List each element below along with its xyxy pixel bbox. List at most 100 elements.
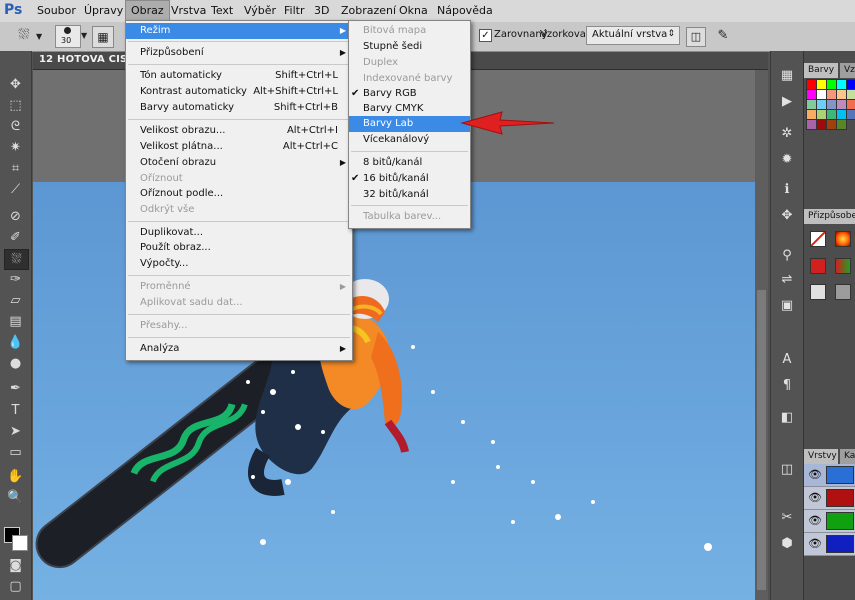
- mode-barvy-lab[interactable]: Barvy Lab: [349, 116, 470, 132]
- move-tool-icon[interactable]: ✥: [4, 75, 27, 94]
- layer-comps-icon[interactable]: ◧: [777, 409, 797, 427]
- menu-obraz[interactable]: Obraz: [125, 0, 170, 22]
- menu-item-velikost-platna[interactable]: Velikost plátna... Alt+Ctrl+C: [126, 139, 352, 155]
- eye-icon[interactable]: 👁: [808, 468, 822, 481]
- brush-tool-icon[interactable]: ✐: [4, 228, 27, 247]
- mode-8-bitu[interactable]: 8 bitů/kanál: [349, 155, 470, 171]
- mode-barvy-rgb[interactable]: ✔ Barvy RGB: [349, 86, 470, 102]
- navigator-icon[interactable]: ✥: [777, 207, 797, 225]
- menu-item-rezim[interactable]: Režim ▶: [126, 23, 352, 39]
- background-color-swatch[interactable]: [12, 535, 28, 551]
- menu-item-vypocty[interactable]: Výpočty...: [126, 256, 352, 272]
- history-brush-tool-icon[interactable]: ✑: [4, 270, 27, 289]
- 3d-cube-icon[interactable]: ⬢: [777, 535, 797, 553]
- adjust-photo-filter-icon[interactable]: [835, 284, 851, 300]
- menu-filtr[interactable]: Filtr: [279, 0, 309, 22]
- paragraph-icon[interactable]: ¶: [777, 377, 797, 395]
- blur-tool-icon[interactable]: 💧: [4, 333, 27, 352]
- ignore-adjustment-layers-icon[interactable]: ◫: [686, 27, 706, 47]
- brush-settings-icon[interactable]: ✲: [777, 125, 797, 143]
- mode-vicekanalovy[interactable]: Vícekanálový: [349, 132, 470, 148]
- tab-swatches[interactable]: Barvy: [804, 63, 838, 78]
- chevron-down-icon[interactable]: ▼: [36, 32, 42, 41]
- adjust-bw-icon[interactable]: [810, 284, 826, 300]
- healing-brush-tool-icon[interactable]: ⊘: [4, 207, 27, 226]
- menu-item-analyza[interactable]: Analýza ▶: [126, 341, 352, 357]
- marquee-tool-icon[interactable]: ⬚: [4, 96, 27, 115]
- eye-icon[interactable]: 👁: [808, 491, 822, 504]
- menu-item-otoceni-obrazu[interactable]: Otočení obrazu ▶: [126, 155, 352, 171]
- path-selection-tool-icon[interactable]: ➤: [4, 422, 27, 441]
- history-icon[interactable]: ▦: [777, 67, 797, 85]
- usb-icon[interactable]: ⚲: [777, 247, 797, 265]
- mode-barvy-cmyk[interactable]: Barvy CMYK: [349, 101, 470, 117]
- shape-tool-icon[interactable]: ▭: [4, 443, 27, 462]
- notes-icon[interactable]: ▣: [777, 297, 797, 315]
- menu-item-barvy-automaticky[interactable]: Barvy automaticky Shift+Ctrl+B: [126, 100, 352, 116]
- tab-layers[interactable]: Vrstvy: [804, 449, 838, 464]
- type-tool-icon[interactable]: T: [4, 401, 27, 420]
- menu-item-velikost-obrazu[interactable]: Velikost obrazu... Alt+Ctrl+I: [126, 123, 352, 139]
- eye-icon[interactable]: 👁: [808, 514, 822, 527]
- menu-item-duplikovat[interactable]: Duplikovat...: [126, 225, 352, 241]
- mode-16-bitu[interactable]: ✔ 16 bitů/kanál: [349, 171, 470, 187]
- layer-row[interactable]: 👁: [804, 510, 855, 533]
- info-icon[interactable]: ℹ: [777, 181, 797, 199]
- clone-stamp-tool-icon[interactable]: ⛆: [4, 249, 29, 270]
- zoom-tool-icon[interactable]: 🔍: [4, 488, 27, 507]
- menu-upravy[interactable]: Úpravy: [79, 0, 128, 22]
- quick-mask-icon[interactable]: ◙: [4, 556, 27, 575]
- adjust-channel-mixer-icon[interactable]: [835, 258, 851, 274]
- scrollbar-thumb[interactable]: [757, 290, 766, 590]
- brush-panel-icon[interactable]: ▦: [92, 26, 114, 48]
- menu-zobrazeni[interactable]: Zobrazení: [336, 0, 401, 22]
- brush-picker-arrow-icon[interactable]: ▼: [81, 31, 87, 40]
- color-swatch[interactable]: [836, 119, 847, 130]
- adjust-levels-icon[interactable]: [810, 231, 826, 247]
- magic-wand-tool-icon[interactable]: ✷: [4, 138, 27, 157]
- tab-channels[interactable]: Ka: [840, 449, 855, 464]
- menu-napoveda[interactable]: Nápověda: [432, 0, 498, 22]
- menu-vrstva[interactable]: Vrstva: [166, 0, 211, 22]
- vertical-scrollbar[interactable]: [755, 70, 768, 600]
- color-swatch[interactable]: [846, 109, 855, 120]
- menu-3d[interactable]: 3D: [309, 0, 334, 22]
- dodge-tool-icon[interactable]: ●: [4, 354, 27, 373]
- eyedropper-tool-icon[interactable]: ⟋: [4, 180, 27, 199]
- clone-stamp-preset-icon[interactable]: ⛆: [14, 27, 34, 45]
- eraser-tool-icon[interactable]: ▱: [4, 291, 27, 310]
- screen-mode-icon[interactable]: ▢: [4, 577, 27, 596]
- mode-stupne-sedi[interactable]: Stupně šedi: [349, 39, 470, 55]
- adjust-sliders-icon[interactable]: ⇌: [777, 271, 797, 289]
- mode-32-bitu[interactable]: 32 bitů/kanál: [349, 187, 470, 203]
- sample-select[interactable]: Aktuální vrstva ⇕: [586, 26, 680, 45]
- tools-cross-icon[interactable]: ✂: [777, 509, 797, 527]
- clone-source-icon[interactable]: ✹: [777, 151, 797, 169]
- menu-okna[interactable]: Okna: [394, 0, 433, 22]
- menu-item-ton-automaticky[interactable]: Tón automaticky Shift+Ctrl+L: [126, 68, 352, 84]
- crop-tool-icon[interactable]: ⌗: [4, 159, 27, 178]
- layer-row[interactable]: 👁: [804, 464, 855, 487]
- hand-tool-icon[interactable]: ✋: [4, 467, 27, 486]
- layer-row[interactable]: 👁: [804, 533, 855, 556]
- menu-soubor[interactable]: Soubor: [32, 0, 81, 22]
- tab-styles[interactable]: Vzo: [840, 63, 855, 78]
- menu-item-pouzit-obraz[interactable]: Použít obraz...: [126, 240, 352, 256]
- eye-icon[interactable]: 👁: [808, 537, 822, 550]
- layer-row[interactable]: 👁: [804, 487, 855, 510]
- brush-preset-picker[interactable]: 30: [55, 25, 81, 48]
- menu-item-kontrast-automaticky[interactable]: Kontrast automaticky Alt+Shift+Ctrl+L: [126, 84, 352, 100]
- menu-text[interactable]: Text: [206, 0, 238, 22]
- pressure-size-icon[interactable]: ✎: [714, 27, 732, 45]
- gradient-tool-icon[interactable]: ▤: [4, 312, 27, 331]
- adjust-color-balance-icon[interactable]: [810, 258, 826, 274]
- aligned-checkbox[interactable]: ✓: [479, 29, 492, 42]
- menu-item-oriznout-podle[interactable]: Oříznout podle...: [126, 186, 352, 202]
- adjustments-icon[interactable]: ◫: [777, 461, 797, 479]
- adjust-exposure-icon[interactable]: [835, 231, 851, 247]
- menu-vyber[interactable]: Výběr: [239, 0, 281, 22]
- tab-adjustments[interactable]: Přizpůsobení: [804, 209, 855, 224]
- actions-play-icon[interactable]: ▶: [777, 93, 797, 111]
- character-icon[interactable]: A: [777, 351, 797, 369]
- lasso-tool-icon[interactable]: ᘓ: [4, 117, 27, 136]
